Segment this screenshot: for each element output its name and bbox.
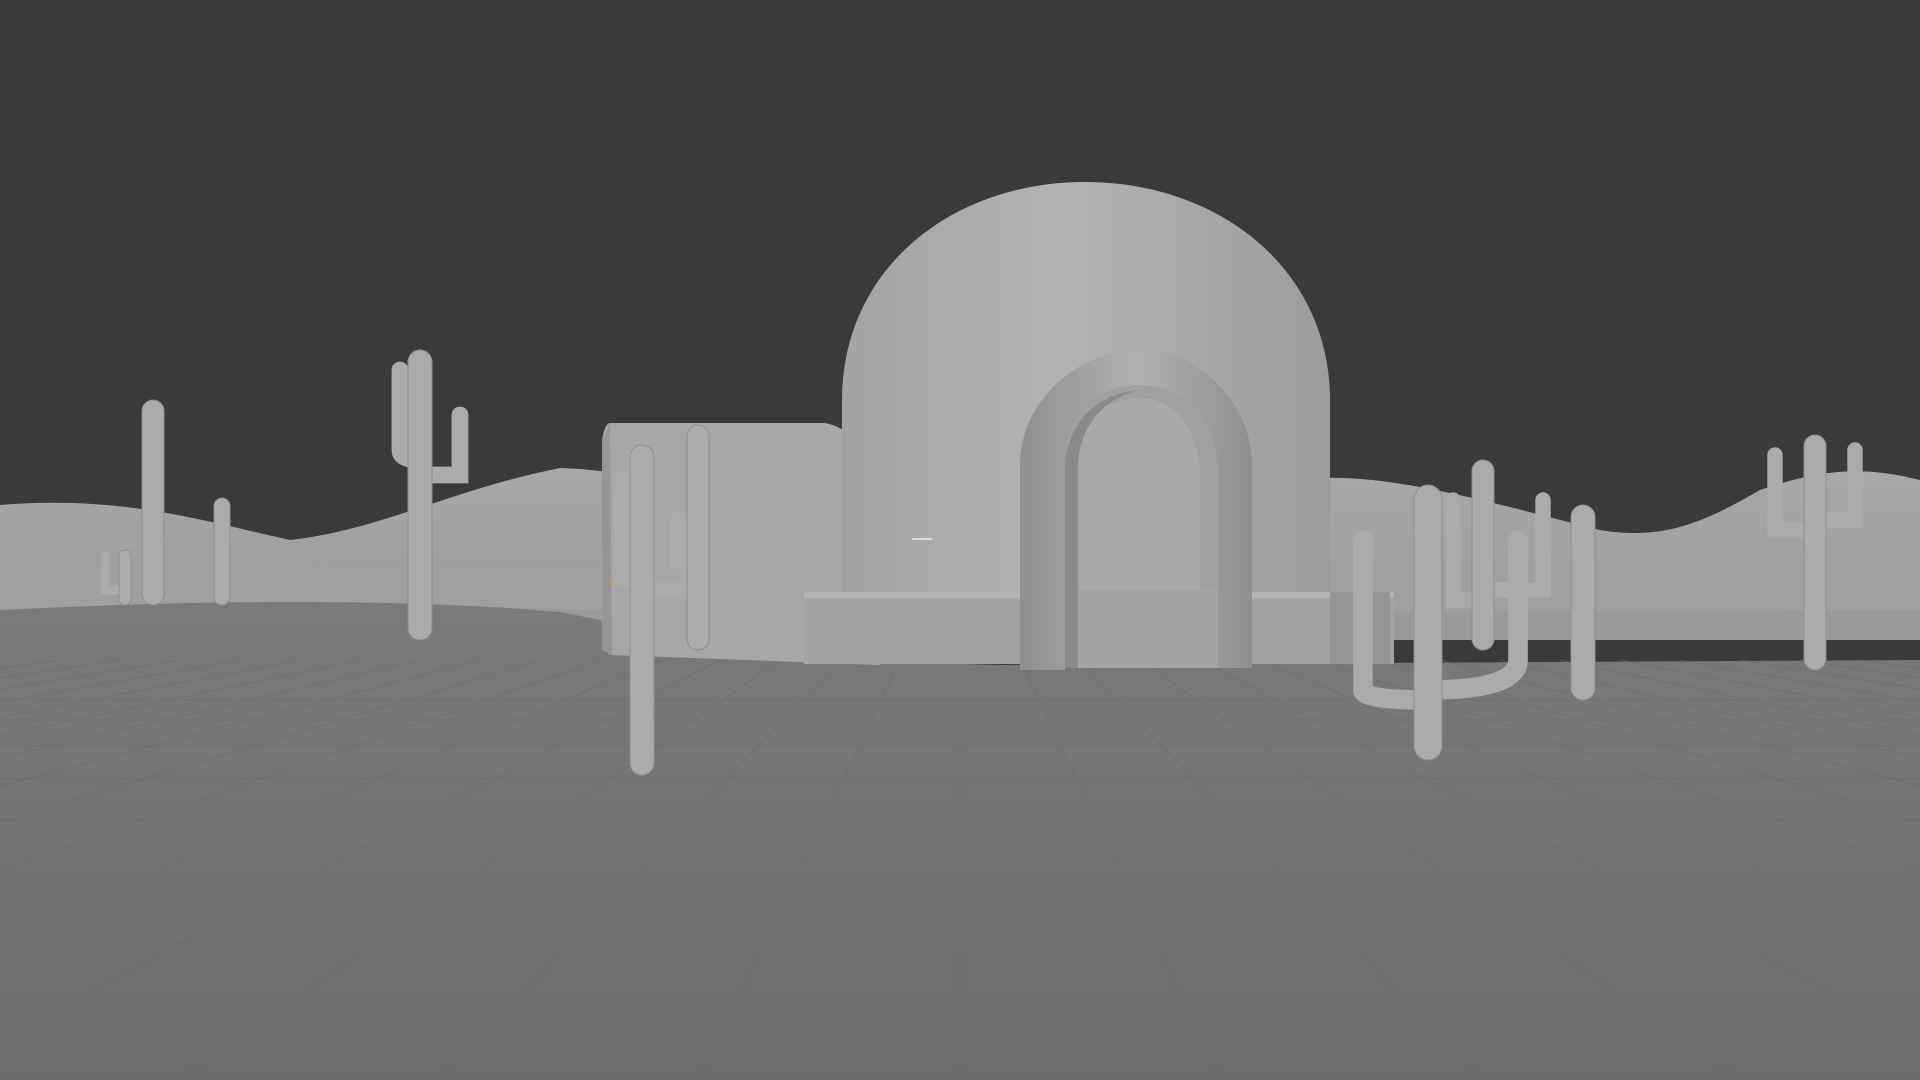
scene-render[interactable]: [0, 0, 1920, 1080]
cactus-right-third[interactable]: [1570, 504, 1596, 701]
cactus-far-left-small[interactable]: [213, 497, 231, 606]
3d-viewport[interactable]: [0, 0, 1920, 1080]
light-marker: [912, 538, 932, 540]
arch-entrance[interactable]: [1020, 350, 1252, 670]
cactus-far-left[interactable]: [141, 399, 165, 606]
